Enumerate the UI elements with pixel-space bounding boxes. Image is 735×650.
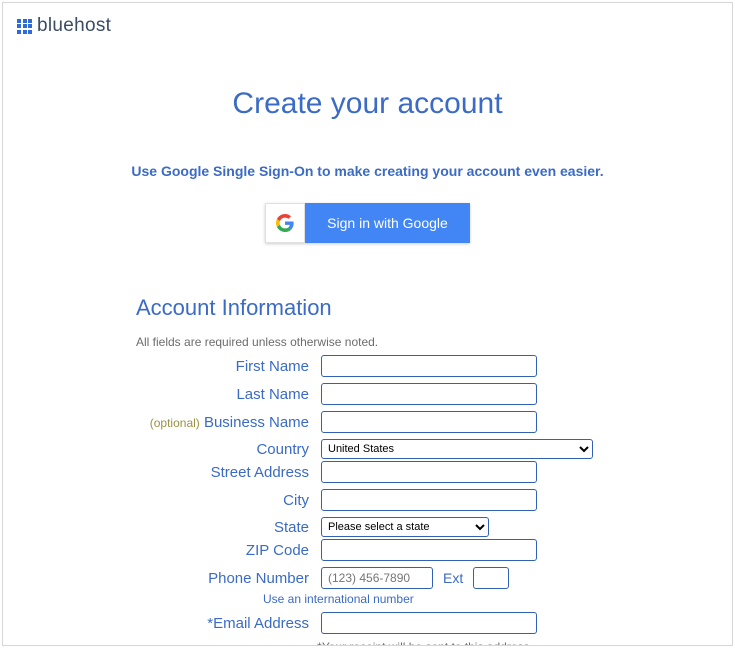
ext-label: Ext (443, 570, 463, 586)
phone-label: Phone Number (3, 570, 321, 587)
account-form: First Name Last Name (optional) Business… (3, 355, 732, 646)
street-address-label: Street Address (3, 464, 321, 481)
city-label: City (3, 492, 321, 509)
receipt-note: *Your receipt will be sent to this addre… (118, 640, 732, 646)
last-name-field[interactable] (321, 383, 537, 405)
optional-tag: (optional) (150, 416, 200, 430)
city-field[interactable] (321, 489, 537, 511)
intl-number-link[interactable]: Use an international number (263, 592, 732, 606)
email-label: *Email Address (3, 615, 321, 632)
brand-logo: bluehost (17, 15, 111, 37)
google-signin-label: Sign in with Google (305, 203, 470, 243)
zip-field[interactable] (321, 539, 537, 561)
email-field[interactable] (321, 612, 537, 634)
first-name-label: First Name (3, 358, 321, 375)
street-address-field[interactable] (321, 461, 537, 483)
zip-label: ZIP Code (3, 542, 321, 559)
business-name-field[interactable] (321, 411, 537, 433)
first-name-field[interactable] (321, 355, 537, 377)
phone-field[interactable] (321, 567, 433, 589)
required-note: All fields are required unless otherwise… (136, 335, 732, 349)
state-select[interactable]: Please select a state (321, 517, 489, 537)
logo-grid-icon (17, 19, 32, 34)
page-title: Create your account (3, 87, 732, 121)
country-label: Country (3, 441, 321, 458)
country-select[interactable]: United States (321, 439, 593, 459)
last-name-label: Last Name (3, 386, 321, 403)
brand-name: bluehost (37, 15, 111, 37)
ext-field[interactable] (473, 567, 509, 589)
state-label: State (3, 519, 321, 536)
google-icon (265, 203, 305, 243)
sso-prompt: Use Google Single Sign-On to make creati… (3, 163, 732, 179)
section-heading: Account Information (136, 295, 732, 321)
google-signin-button[interactable]: Sign in with Google (265, 203, 470, 243)
business-name-label: Business Name (204, 414, 309, 431)
